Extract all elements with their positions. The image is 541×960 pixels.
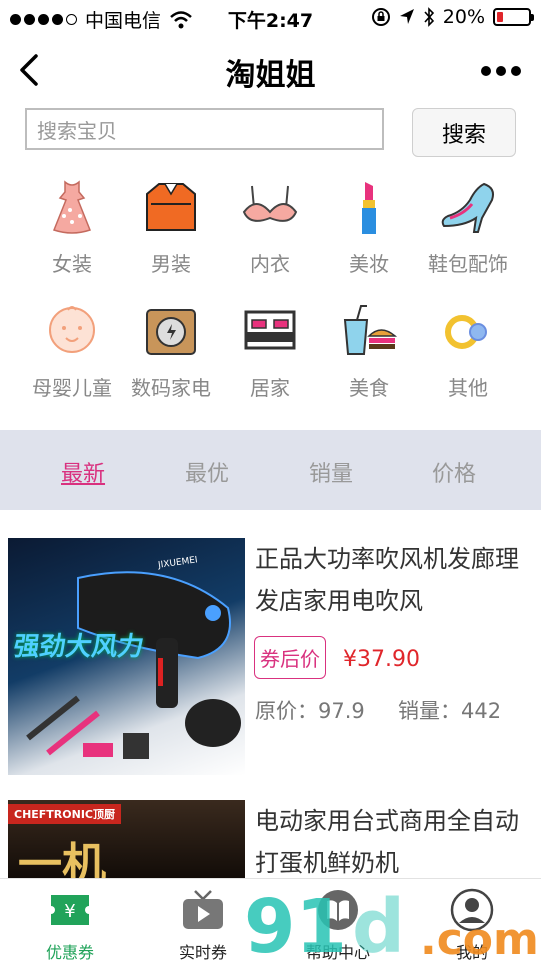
page-title: 淘姐姐	[225, 58, 316, 93]
bluetooth-icon	[424, 7, 434, 27]
product-image-caption: 强劲大风力	[11, 632, 146, 662]
tab-live-coupons[interactable]: 实时券	[148, 879, 258, 960]
battery-percent: 20%	[442, 6, 485, 28]
category-home[interactable]: 居家	[220, 302, 320, 401]
status-right: 20%	[371, 6, 534, 28]
lipstick-icon	[362, 182, 376, 234]
category-label: 男装	[151, 252, 191, 276]
camera-icon	[146, 309, 196, 355]
original-price: 原价：97.9	[255, 699, 365, 723]
coupon-price: ¥37.90	[343, 647, 420, 672]
coupon-icon: ¥	[47, 895, 93, 925]
category-label: 母婴儿童	[32, 376, 112, 400]
category-other[interactable]: 其他	[418, 302, 518, 401]
category-makeup[interactable]: 美妆	[319, 178, 419, 277]
product-image[interactable]: 强劲大风力 JIXUEMEI	[8, 538, 245, 775]
product-image[interactable]: CHEFTRONIC顶厨 一机	[8, 800, 245, 878]
category-label: 鞋包配饰	[428, 252, 508, 276]
tab-mine[interactable]: 我的	[417, 879, 527, 960]
product-card[interactable]: 强劲大风力 JIXUEMEI 正品大功率吹风机发廊理发店家用电吹风 券后价 ¥3…	[0, 538, 541, 778]
category-label: 女装	[52, 252, 92, 276]
category-label: 美妆	[349, 252, 389, 276]
svg-text:¥: ¥	[64, 901, 75, 922]
product-title[interactable]: 正品大功率吹风机发廊理发店家用电吹风	[255, 538, 530, 622]
category-baby[interactable]: 母婴儿童	[22, 302, 122, 401]
battery-icon	[493, 8, 534, 26]
bed-icon	[244, 310, 296, 350]
baby-icon	[49, 306, 95, 353]
category-underwear[interactable]: 内衣	[220, 178, 320, 277]
shirt-icon	[146, 183, 196, 231]
tab-label: 实时券	[178, 943, 227, 960]
sort-tab-best[interactable]: 最优	[185, 456, 229, 488]
category-label: 内衣	[250, 252, 290, 276]
sales-count: 销量：442	[398, 699, 502, 723]
tab-coupons[interactable]: ¥ 优惠券	[15, 879, 125, 960]
category-label: 美食	[349, 376, 389, 400]
orientation-lock-icon	[371, 8, 390, 26]
category-shoes-bags[interactable]: 鞋包配饰	[418, 178, 518, 277]
category-men[interactable]: 男装	[121, 178, 221, 277]
status-bar: 中国电信 下午2:47 20%	[0, 0, 541, 36]
high-heel-icon	[441, 182, 494, 233]
product-card[interactable]: CHEFTRONIC顶厨 一机 电动家用台式商用全自动打蛋机鲜奶机	[0, 800, 541, 878]
sort-bar: 最新 最优 销量 价格	[0, 430, 541, 510]
category-label: 数码家电	[131, 376, 211, 400]
book-icon	[318, 890, 358, 930]
product-image-brand: CHEFTRONIC顶厨	[8, 804, 122, 824]
product-image-caption: 一机	[18, 839, 106, 878]
category-digital[interactable]: 数码家电	[121, 302, 221, 401]
rings-icon	[445, 315, 487, 349]
tab-label: 我的	[455, 943, 488, 960]
category-label: 其他	[448, 376, 488, 400]
tv-play-icon	[183, 890, 223, 929]
tab-bar: ¥ 优惠券 实时券 帮助中心 我的	[0, 878, 541, 960]
category-food[interactable]: 美食	[319, 302, 419, 401]
category-women[interactable]: 女装	[22, 178, 122, 277]
tab-label: 优惠券	[45, 943, 94, 960]
more-dots-icon[interactable]	[481, 66, 521, 76]
user-icon	[450, 888, 494, 932]
search-input[interactable]: 搜索宝贝	[25, 108, 384, 150]
coupon-tag: 券后价	[254, 636, 326, 679]
product-title[interactable]: 电动家用台式商用全自动打蛋机鲜奶机	[255, 800, 530, 884]
nav-bar: 淘姐姐	[0, 36, 541, 106]
search-button[interactable]: 搜索	[412, 108, 516, 157]
location-icon	[399, 9, 414, 24]
bra-icon	[242, 185, 298, 222]
food-icon	[343, 305, 398, 355]
sort-tab-sales[interactable]: 销量	[309, 456, 353, 488]
category-label: 居家	[250, 376, 290, 400]
sort-tab-latest[interactable]: 最新	[61, 456, 105, 488]
tab-label: 帮助中心	[305, 943, 370, 960]
dress-icon	[53, 180, 91, 234]
sort-tab-price[interactable]: 价格	[432, 456, 476, 488]
search-placeholder: 搜索宝贝	[37, 118, 117, 143]
tab-help[interactable]: 帮助中心	[283, 879, 393, 960]
